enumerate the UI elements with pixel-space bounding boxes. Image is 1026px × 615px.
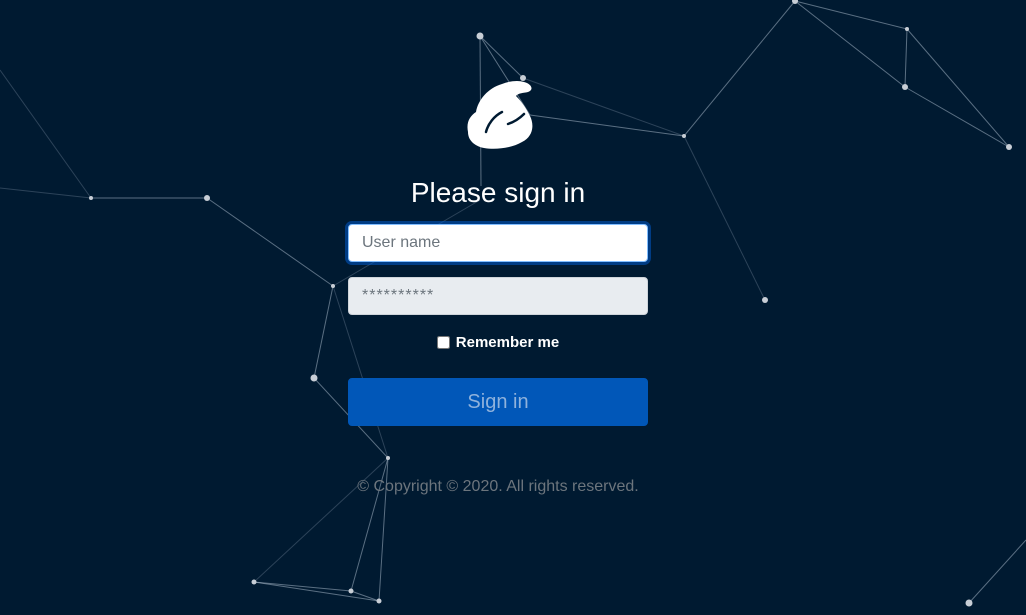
page-title: Please sign in bbox=[410, 177, 586, 208]
sign-in-button[interactable]: Sign in bbox=[348, 378, 648, 426]
smurf-hat-logo-icon bbox=[467, 80, 533, 149]
password-input[interactable] bbox=[348, 277, 648, 315]
remember-me-label: Remember me bbox=[455, 333, 560, 351]
copyright-text: © Copyright © 2020. All rights reserved. bbox=[357, 478, 639, 495]
remember-me[interactable]: Remember me bbox=[348, 332, 648, 352]
username-input[interactable] bbox=[348, 224, 648, 262]
login-page: Please sign in Remember me Sign in © Cop… bbox=[0, 0, 1026, 615]
remember-me-checkbox[interactable] bbox=[436, 335, 450, 349]
